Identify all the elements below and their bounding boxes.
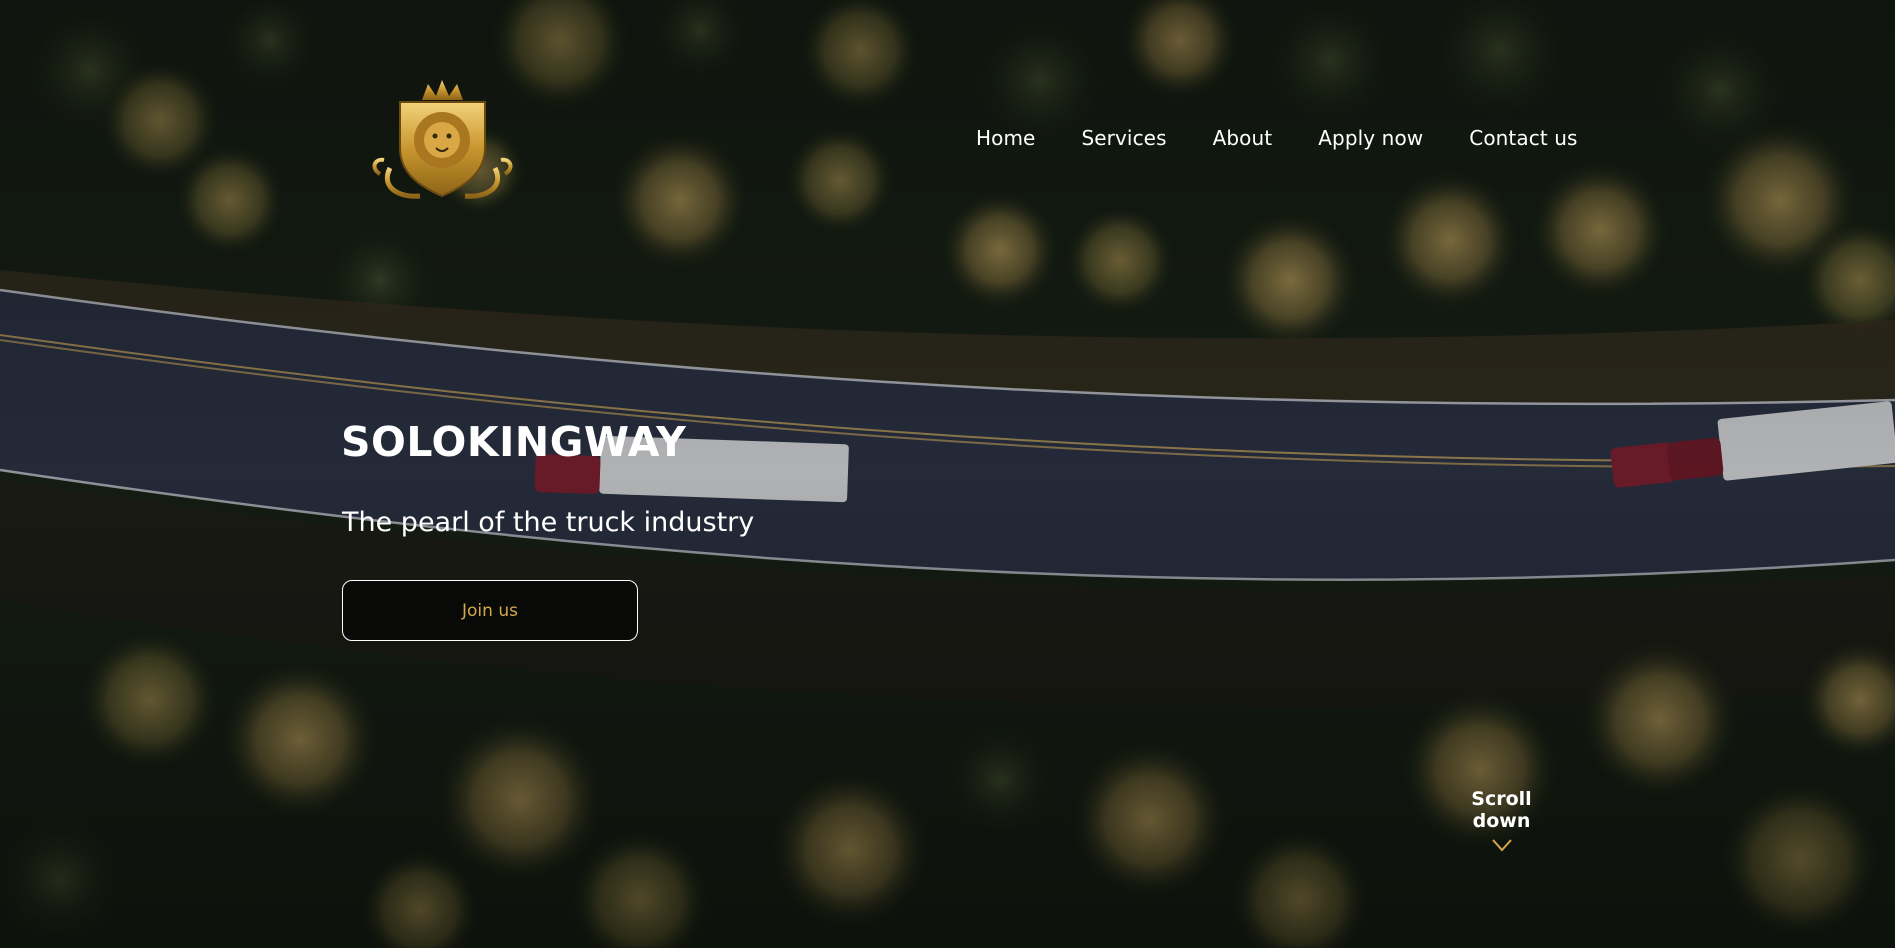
scroll-down-label: Scroll down xyxy=(1471,788,1532,832)
hero-subtitle: The pearl of the truck industry xyxy=(342,507,755,538)
scroll-down-link[interactable]: Scroll down xyxy=(1444,788,1559,852)
brand-logo[interactable] xyxy=(370,78,515,203)
chevron-down-icon xyxy=(1491,839,1512,852)
nav-item-about[interactable]: About xyxy=(1213,126,1273,150)
main-nav: Home Services About Apply now Contact us xyxy=(976,126,1578,150)
lion-crest-icon xyxy=(372,80,513,199)
join-us-button[interactable]: Join us xyxy=(342,580,638,641)
nav-item-contact-us[interactable]: Contact us xyxy=(1469,126,1577,150)
nav-item-services[interactable]: Services xyxy=(1081,126,1166,150)
nav-item-home[interactable]: Home xyxy=(976,126,1035,150)
hero-background-image xyxy=(0,0,1895,948)
hero-title: SOLOKINGWAY xyxy=(341,418,687,466)
nav-item-apply-now[interactable]: Apply now xyxy=(1318,126,1423,150)
